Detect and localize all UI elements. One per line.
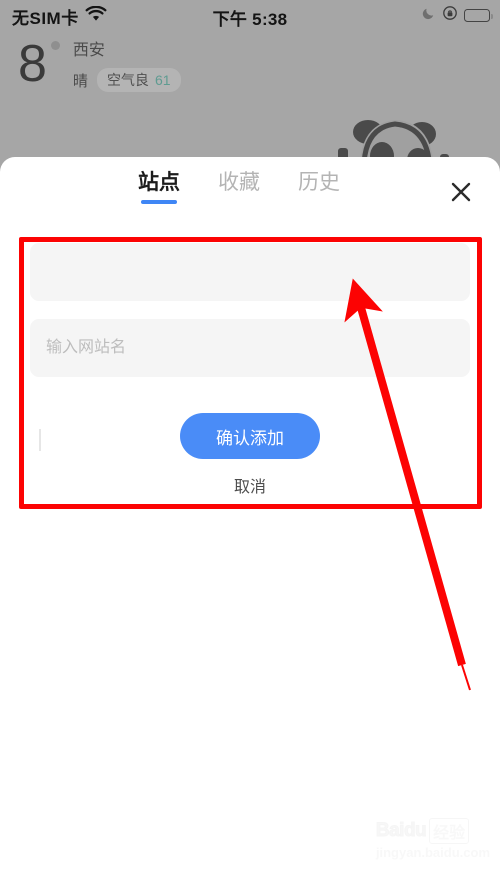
weather-details: 西安 晴 空气良 61 (73, 38, 181, 92)
phone-screen: 无SIM卡 下午 5:38 8 西安 晴 空气良 61 站点 收藏 历史 输入网… (0, 0, 500, 888)
weather-widget[interactable]: 8 西安 晴 空气良 61 (18, 38, 181, 92)
rotation-lock-icon (443, 6, 457, 25)
weather-condition-row: 晴 空气良 61 (73, 68, 181, 92)
city-label: 西安 (72, 42, 105, 59)
watermark-url: jingyan.baidu.com (375, 845, 490, 860)
tab-history[interactable]: 历史 (298, 172, 340, 204)
temperature-value: 8 (18, 35, 60, 93)
watermark-product: 经验 (429, 818, 470, 844)
tab-sites-label: 站点 (138, 171, 180, 194)
tab-history-label: 历史 (298, 171, 340, 194)
status-bar: 无SIM卡 下午 5:38 (0, 0, 500, 34)
sheet-tabs: 站点 收藏 历史 (138, 172, 340, 204)
degree-icon (50, 41, 60, 50)
temperature-number: 8 (18, 35, 47, 93)
watermark-brand: Baidu (375, 820, 427, 842)
air-quality-badge: 空气良 61 (96, 68, 181, 92)
tab-active-indicator (141, 200, 177, 204)
watermark-brand-row: Baidu 经验 (375, 818, 490, 844)
background-app: 无SIM卡 下午 5:38 8 西安 晴 空气良 61 (0, 0, 500, 175)
confirm-add-button[interactable]: 确认添加 (180, 413, 320, 459)
condition-label: 晴 (72, 72, 88, 90)
tab-favorites[interactable]: 收藏 (218, 172, 260, 204)
text-cursor (39, 429, 41, 451)
site-name-input[interactable] (30, 319, 470, 377)
add-site-sheet: 站点 收藏 历史 确认添加 (0, 157, 500, 888)
site-url-input[interactable] (30, 243, 470, 301)
tab-sites[interactable]: 站点 (138, 172, 180, 204)
watermark: Baidu 经验 jingyan.baidu.com (375, 818, 490, 860)
cancel-button[interactable]: 取消 (234, 473, 266, 497)
sheet-header: 站点 收藏 历史 (0, 157, 500, 219)
status-bar-right (422, 6, 493, 25)
air-quality-value: 61 (154, 72, 171, 88)
close-icon (451, 182, 471, 202)
tab-favorites-label: 收藏 (218, 171, 260, 194)
add-site-form: 确认添加 取消 (0, 219, 500, 497)
battery-icon (464, 9, 493, 22)
close-button[interactable] (448, 179, 474, 205)
air-quality-label: 空气良 (106, 72, 149, 88)
moon-icon (422, 6, 436, 25)
